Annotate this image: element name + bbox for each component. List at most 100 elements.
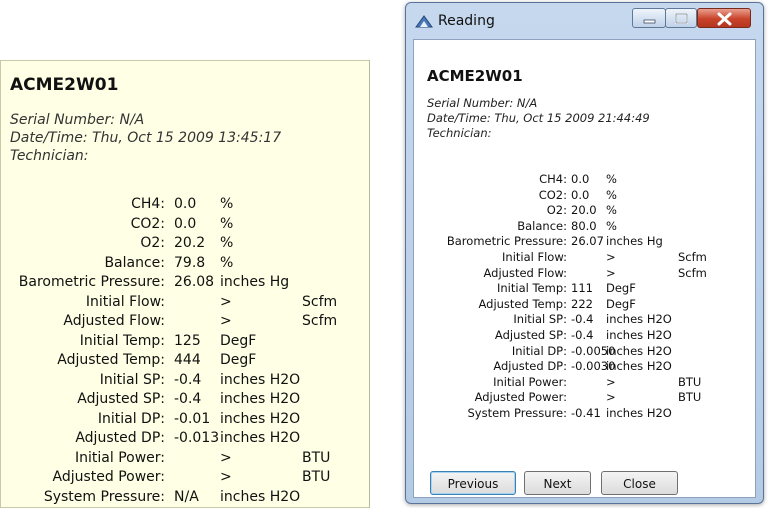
reading-label: Initial Flow: (502, 249, 567, 264)
reading-unit: % (606, 187, 617, 202)
reading-unit-extra: BTU (302, 469, 331, 485)
maximize-button[interactable] (665, 8, 697, 28)
reading-label: O2: (546, 203, 567, 218)
window-title: Reading (438, 13, 495, 29)
reading-label: System Pressure: (43, 488, 165, 505)
reading-row: Adjusted DP: -0.013 inches H2O (1, 429, 369, 449)
reading-label: CO2: (130, 215, 165, 232)
reading-value: N/A (174, 488, 199, 505)
reading-row: Initial Power: > BTU (1, 449, 369, 469)
reading-label: Adjusted SP: (77, 391, 165, 407)
reading-value: -0.4 (571, 312, 594, 327)
reading-window: Reading ACME2W01 Serial Number: N/A Date… (405, 2, 764, 504)
reading-row: O2: 20.2% (1, 234, 369, 254)
reading-unit-extra: BTU (678, 390, 702, 405)
reading-label: Initial Power: (493, 374, 567, 389)
reading-row: Initial Flow: > Scfm (1, 293, 369, 313)
reading-unit: inches H2O (606, 327, 672, 342)
close-button[interactable]: Close (601, 471, 678, 495)
reading-label: Adjusted Power: (52, 469, 165, 485)
reading-content: ACME2W01 Serial Number: N/A Date/Time: T… (413, 39, 756, 498)
reading-unit: % (220, 254, 234, 271)
reading-row: Initial Flow: > Scfm (414, 250, 757, 266)
reading-label: Initial Temp: (497, 281, 567, 296)
reading-label: Initial DP: (97, 410, 165, 427)
reading-label: Adjusted Flow: (483, 265, 567, 280)
reading-value: 26.07 (571, 234, 604, 249)
reading-unit: inches H2O (220, 371, 301, 388)
reading-row: Adjusted Temp: 222 DegF (414, 297, 757, 313)
reading-unit: inches Hg (220, 274, 290, 290)
reading-values: CH4: 0.0% CO2: 0.0% O2: 20.0% Balance: 80.0% Bar… (414, 172, 757, 422)
reading-label: System Pressure: (467, 405, 567, 420)
reading-unit-extra: Scfm (678, 265, 707, 280)
reading-row: Initial SP: -0.4 inches H2O (414, 312, 757, 328)
reading-unit-extra: BTU (678, 374, 702, 389)
reading-label: Adjusted Temp: (478, 296, 567, 311)
reading-value: 125 (174, 332, 201, 349)
reading-row: Adjusted Flow: > Scfm (1, 312, 369, 332)
reading-unit: DegF (606, 281, 636, 296)
reading-row: CO2: 0.0% (414, 188, 757, 204)
reading-label: Adjusted Flow: (63, 313, 165, 329)
reading-label: Balance: (104, 254, 165, 271)
reading-value: 20.0 (571, 203, 597, 218)
reading-unit: % (606, 218, 617, 233)
reading-row: Initial DP: -0.01 inches H2O (1, 410, 369, 430)
date-time: Date/Time: Thu, Oct 15 2009 13:45:17 (10, 130, 282, 146)
reading-unit-extra: Scfm (302, 313, 338, 329)
reading-value: 0.0 (571, 187, 590, 202)
reading-label: Adjusted SP: (494, 327, 567, 342)
previous-button[interactable]: Previous (430, 471, 516, 495)
reading-unit: > (220, 469, 232, 485)
reading-label: CO2: (538, 187, 567, 202)
reading-unit: DegF (606, 296, 636, 311)
reading-unit: inches H2O (220, 391, 301, 407)
reading-unit-extra: BTU (302, 449, 331, 466)
reading-unit: DegF (220, 352, 257, 368)
technician: Technician: (427, 126, 492, 140)
reading-unit: > (606, 265, 616, 280)
reading-label: Balance: (517, 218, 567, 233)
reading-unit: % (606, 172, 617, 186)
reading-value: 222 (571, 296, 593, 311)
reading-row: O2: 20.0% (414, 203, 757, 219)
reading-unit-extra: Scfm (678, 249, 707, 264)
reading-value: -0.4 (174, 371, 202, 388)
reading-unit: > (606, 390, 616, 405)
reading-label: Initial DP: (511, 343, 567, 358)
reading-label: Adjusted DP: (75, 430, 165, 446)
reading-row: Adjusted Flow: > Scfm (414, 266, 757, 282)
reading-label: Initial Flow: (85, 293, 165, 310)
reading-tooltip-panel: ACME2W01 Serial Number: N/A Date/Time: T… (0, 60, 370, 508)
reading-values: CH4: 0.0% CO2: 0.0% O2: 20.2% Balance: 79.8% Bar… (1, 195, 369, 508)
reading-value: 20.2 (174, 235, 206, 251)
window-close-button[interactable] (697, 8, 751, 28)
reading-unit: > (606, 374, 616, 389)
reading-row: Adjusted SP: -0.4 inches H2O (1, 390, 369, 410)
next-button[interactable]: Next (524, 471, 591, 495)
reading-label: Initial SP: (99, 371, 165, 388)
reading-unit: > (220, 313, 232, 329)
reading-unit: inches H2O (606, 343, 672, 358)
maximize-icon (675, 13, 688, 24)
reading-value: 444 (174, 352, 201, 368)
reading-unit: inches H2O (606, 312, 672, 327)
title-bar[interactable]: Reading (406, 3, 763, 39)
reading-label: CH4: (131, 196, 165, 212)
reading-unit: % (606, 203, 617, 218)
serial-number: Serial Number: N/A (427, 96, 538, 110)
close-icon (717, 12, 732, 26)
reading-label: O2: (140, 235, 165, 251)
reading-unit: % (220, 215, 234, 232)
reading-meta: Serial Number: N/A Date/Time: Thu, Oct 1… (427, 96, 650, 141)
reading-unit: > (220, 293, 232, 310)
reading-row: System Pressure: N/A inches H2O (1, 488, 369, 508)
minimize-button[interactable] (632, 8, 666, 28)
reading-row: CH4: 0.0% (414, 172, 757, 188)
reading-row: Barometric Pressure: 26.07 inches Hg (414, 234, 757, 250)
reading-value: 0.0 (174, 196, 197, 212)
reading-unit: inches Hg (606, 234, 663, 249)
app-icon (415, 15, 433, 28)
reading-unit: inches H2O (220, 410, 301, 427)
